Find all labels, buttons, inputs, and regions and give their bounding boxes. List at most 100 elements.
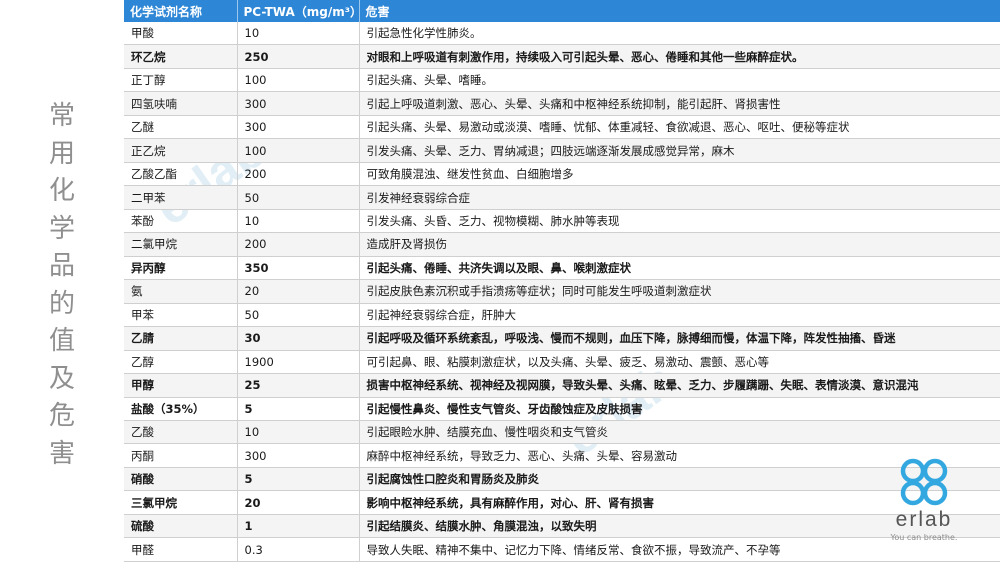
cell-hazard: 引发头痛、头晕、乏力、胃纳减退；四肢远端逐渐发展成感觉异常，麻木 [359, 138, 1000, 163]
cell-name: 乙醚 [124, 115, 238, 140]
cell-hazard: 可引起鼻、眼、粘膜刺激症状，以及头痛、头晕、疲乏、易激动、震颤、恶心等 [359, 350, 1000, 375]
table-row: 异丙醇 350 引起头痛、倦睡、共济失调以及眼、鼻、喉刺激症状 [124, 256, 1000, 281]
header-chemical-name: 化学试剂名称 [124, 0, 238, 22]
table-row: 乙醚 300 引起头痛、头晕、易激动或淡漠、嗜睡、忧郁、体重减轻、食欲减退、恶心、呕… [124, 115, 1000, 140]
table-row: 甲苯 50 引起神经衰弱综合症，肝肿大 [124, 303, 1000, 328]
cell-hazard: 引起眼睑水肿、结膜充血、慢性咽炎和支气管炎 [359, 420, 1000, 445]
cell-name: 二氯甲烷 [124, 232, 238, 257]
cell-name: 三氯甲烷 [124, 490, 238, 515]
table-row: 盐酸（35%） 5 引起慢性鼻炎、慢性支气管炎、牙齿酸蚀症及皮肤损害 [124, 397, 1000, 421]
cell-name: 甲醇 [124, 373, 238, 398]
cell-hazard: 引发神经衰弱综合症 [359, 185, 1000, 210]
table-row: 硝酸 5 引起腐蚀性口腔炎和胃肠炎及肺炎 [124, 467, 1000, 492]
cell-name: 环乙烷 [124, 44, 238, 69]
table-row: 正乙烷 100 引发头痛、头晕、乏力、胃纳减退；四肢远端逐渐发展成感觉异常，麻木 [124, 138, 1000, 163]
cell-value: 350 [237, 256, 360, 281]
table-row: 丙酮 300 麻醉中枢神经系统，导致乏力、恶心、头痛、头晕、容易激动 [124, 443, 1000, 468]
cell-name: 氨 [124, 279, 238, 304]
cell-value: 50 [237, 185, 360, 210]
header-pc-twa: PC-TWA（mg/m³） [237, 0, 362, 22]
table-row: 甲醛 0.3 导致人失眠、精神不集中、记忆力下降、情绪反常、食欲不振，导致流产、不孕… [124, 537, 1000, 562]
side-title-char: 常 [48, 101, 75, 131]
cell-value: 30 [237, 326, 360, 351]
cell-value: 5 [237, 397, 360, 421]
cell-value: 300 [237, 443, 360, 468]
cell-value: 20 [237, 490, 360, 515]
side-title-char: 的 [48, 288, 75, 319]
table-row: 二甲苯 50 引发神经衰弱综合症 [124, 185, 1000, 210]
cell-value: 1 [237, 514, 360, 539]
header-hazard: 危害 [359, 0, 1000, 22]
table-row: 三氯甲烷 20 影响中枢神经系统，具有麻醉作用，对心、肝、肾有损害 [124, 490, 1000, 515]
table-row: 四氢呋喃 300 引起上呼吸道刺激、恶心、头晕、头痛和中枢神经系统抑制，能引起肝、肾… [124, 91, 1000, 116]
table-row: 苯酚 10 引发头痛、头昏、乏力、视物模糊、肺水肿等表现 [124, 209, 1000, 234]
cell-value: 250 [237, 44, 360, 69]
cell-name: 甲醛 [124, 537, 238, 562]
cell-value: 10 [237, 22, 360, 46]
cell-name: 丙酮 [124, 443, 238, 468]
table-row: 二氯甲烷 200 造成肝及肾损伤 [124, 232, 1000, 257]
butterfly-icon [900, 458, 948, 506]
side-title-char: 用 [48, 138, 75, 169]
side-title-char: 学 [48, 213, 75, 244]
side-title-char: 危 [48, 401, 75, 431]
table-row: 硫酸 1 引起结膜炎、结膜水肿、角膜混浊，以致失明 [124, 514, 1000, 539]
cell-value: 10 [237, 209, 360, 234]
table-row: 甲醇 25 损害中枢神经系统、视神经及视网膜，导致头晕、头痛、眩晕、乏力、步履蹒跚、… [124, 373, 1000, 398]
cell-name: 乙腈 [124, 326, 238, 351]
table-header-row: 化学试剂名称 PC-TWA（mg/m³） 危害 [124, 0, 1000, 22]
brand-tagline: You can breathe. [890, 533, 958, 542]
cell-hazard: 引起急性化学性肺炎。 [359, 22, 1000, 46]
cell-name: 苯酚 [124, 209, 238, 234]
brand-name: erlab [895, 508, 953, 531]
chemical-table: 化学试剂名称 PC-TWA（mg/m³） 危害 甲酸 10 引起急性化学性肺炎。 环乙… [124, 0, 1000, 562]
cell-name: 二甲苯 [124, 185, 238, 210]
table-row: 氨 20 引起皮肤色素沉积或手指溃疡等症状；同时可能发生呼吸道刺激症状 [124, 279, 1000, 304]
table-row: 乙醇 1900 可引起鼻、眼、粘膜刺激症状，以及头痛、头晕、疲乏、易激动、震颤、恶心… [124, 350, 1000, 375]
cell-value: 300 [237, 91, 360, 116]
cell-value: 100 [237, 138, 360, 163]
cell-value: 300 [237, 115, 360, 140]
cell-hazard: 引起皮肤色素沉积或手指溃疡等症状；同时可能发生呼吸道刺激症状 [359, 279, 1000, 304]
side-title: 常用化学品的值及危害 [46, 98, 78, 473]
side-title-char: 值 [48, 326, 75, 356]
cell-hazard: 引起头痛、头晕、易激动或淡漠、嗜睡、忧郁、体重减轻、食欲减退、恶心、呕吐、便秘等… [359, 115, 1000, 140]
cell-value: 20 [237, 279, 360, 304]
table-row: 正丁醇 100 引起头痛、头晕、嗜睡。 [124, 68, 1000, 93]
cell-value: 25 [237, 373, 360, 398]
cell-name: 甲酸 [124, 22, 238, 46]
cell-value: 200 [237, 162, 360, 187]
cell-name: 四氢呋喃 [124, 91, 238, 116]
cell-value: 10 [237, 420, 360, 445]
side-title-char: 化 [48, 176, 75, 206]
cell-name: 盐酸（35%） [124, 397, 238, 421]
side-title-char: 害 [48, 438, 75, 469]
cell-hazard: 引起头痛、倦睡、共济失调以及眼、鼻、喉刺激症状 [359, 256, 1000, 281]
table-row: 乙酸乙酯 200 可致角膜混浊、继发性贫血、白细胞增多 [124, 162, 1000, 187]
cell-hazard: 引发头痛、头昏、乏力、视物模糊、肺水肿等表现 [359, 209, 1000, 234]
cell-hazard: 对眼和上呼吸道有刺激作用，持续吸入可引起头晕、恶心、倦睡和其他一些麻醉症状。 [359, 44, 1000, 69]
cell-name: 甲苯 [124, 303, 238, 328]
cell-hazard: 引起呼吸及循环系统紊乱，呼吸浅、慢而不规则，血压下降，脉搏细而慢，体温下降，阵发… [359, 326, 1000, 351]
table-row: 环乙烷 250 对眼和上呼吸道有刺激作用，持续吸入可引起头晕、恶心、倦睡和其他一些麻… [124, 44, 1000, 69]
side-title-char: 及 [48, 363, 75, 394]
cell-value: 5 [237, 467, 360, 492]
cell-hazard: 损害中枢神经系统、视神经及视网膜，导致头晕、头痛、眩晕、乏力、步履蹒跚、失眠、表… [359, 373, 1000, 398]
cell-value: 0.3 [237, 537, 360, 562]
erlab-logo: erlab You can breathe. [878, 458, 970, 542]
cell-name: 硫酸 [124, 514, 238, 539]
table-row: 甲酸 10 引起急性化学性肺炎。 [124, 22, 1000, 46]
table-row: 乙腈 30 引起呼吸及循环系统紊乱，呼吸浅、慢而不规则，血压下降，脉搏细而慢，体温下… [124, 326, 1000, 351]
cell-hazard: 引起头痛、头晕、嗜睡。 [359, 68, 1000, 93]
cell-name: 乙醇 [124, 350, 238, 375]
cell-value: 100 [237, 68, 360, 93]
cell-name: 异丙醇 [124, 256, 238, 281]
cell-value: 200 [237, 232, 360, 257]
table-row: 乙酸 10 引起眼睑水肿、结膜充血、慢性咽炎和支气管炎 [124, 420, 1000, 445]
cell-name: 正丁醇 [124, 68, 238, 93]
cell-name: 乙酸 [124, 420, 238, 445]
cell-name: 乙酸乙酯 [124, 162, 238, 187]
cell-hazard: 引起慢性鼻炎、慢性支气管炎、牙齿酸蚀症及皮肤损害 [359, 397, 1000, 421]
cell-name: 硝酸 [124, 467, 238, 492]
cell-name: 正乙烷 [124, 138, 238, 163]
